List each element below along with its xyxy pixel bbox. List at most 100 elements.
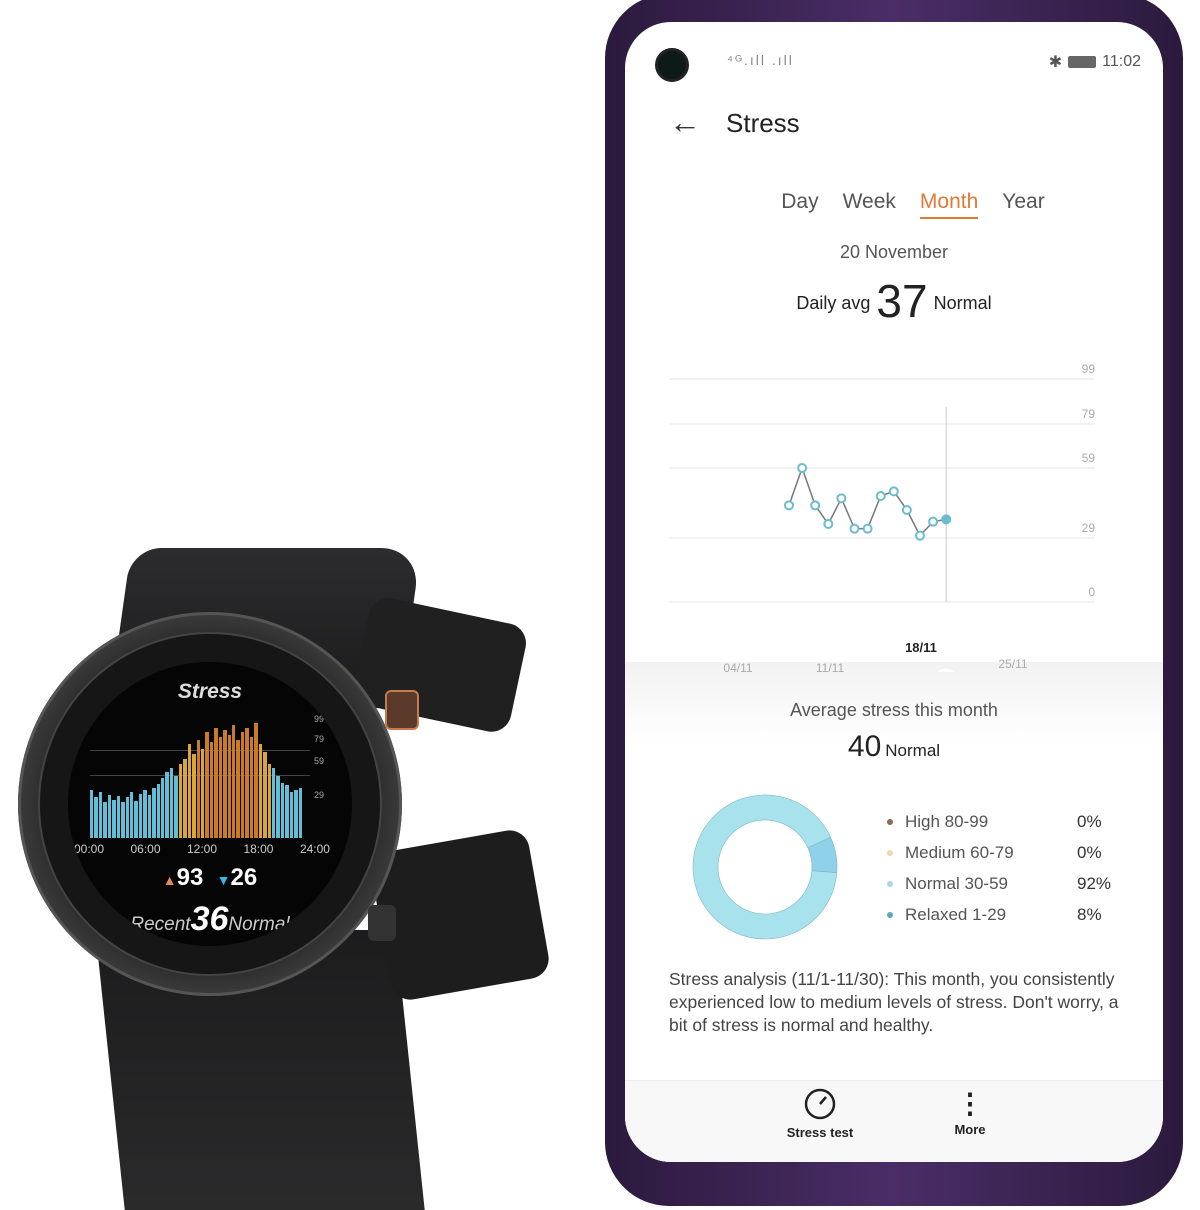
watch-bar — [121, 802, 125, 838]
data-point — [797, 463, 808, 473]
selected-date: 20 November — [839, 242, 949, 262]
y-tick-label: 29 — [1082, 521, 1096, 535]
legend-dot — [887, 880, 893, 887]
watch-x-label: 00:00 — [74, 842, 105, 856]
data-point — [928, 516, 939, 527]
data-point — [875, 491, 886, 501]
legend-item-medium: Medium 60-79 0% — [887, 837, 1117, 868]
watch-bar — [289, 792, 294, 838]
watch-screen: Stress 99 79 59 29 00:00 06:00 12:00 18:… — [68, 662, 352, 946]
watch-bar — [240, 732, 245, 838]
legend-pct: 0% — [1077, 811, 1102, 831]
data-point — [915, 530, 925, 541]
watch-bar — [192, 754, 196, 838]
y-tick-label: 59 — [1082, 451, 1096, 465]
distribution-legend: High 80-99 0% Medium 60-79 0% Normal 30-59… — [887, 806, 1117, 930]
watch-max: 93 — [176, 864, 204, 891]
data-point — [849, 523, 860, 534]
watch-bar — [285, 785, 289, 838]
watch-bar — [174, 775, 178, 838]
data-point — [823, 519, 834, 529]
watch-bar — [178, 763, 183, 838]
x-tick-label: 04/11 — [723, 661, 752, 672]
tab-day[interactable]: Day — [781, 190, 818, 219]
battery-icon — [1068, 56, 1097, 68]
stress-line-chart[interactable]: 99 79 59 29 0 04/11 11/11 18/11 25/11 — [625, 322, 1163, 672]
watch-y-label: 79 — [314, 734, 325, 744]
watch-crown-button[interactable] — [385, 690, 419, 730]
tab-week[interactable]: Week — [843, 190, 896, 219]
watch-bar — [298, 787, 302, 838]
watch-bar — [134, 800, 138, 838]
month-average-title: Average stress this month — [790, 700, 998, 720]
more-button[interactable]: ⋮ More — [925, 1086, 1015, 1137]
watch-bar — [187, 744, 192, 838]
period-tabs: Day Week Month Year — [625, 190, 1163, 219]
legend-dot — [887, 911, 893, 918]
y-tick-label: 79 — [1082, 407, 1096, 421]
legend-label: Relaxed 1-29 — [905, 904, 1007, 924]
watch-recent-level: Normal — [228, 914, 290, 935]
tab-month[interactable]: Month — [919, 190, 979, 219]
daily-avg-label: Daily avg — [796, 293, 871, 313]
watch-bar — [263, 751, 267, 838]
watch-bar — [209, 742, 214, 838]
watch-bar — [129, 792, 134, 838]
watch-bar — [147, 794, 152, 838]
status-right: ✱ 11:02 — [1049, 52, 1141, 72]
tab-year[interactable]: Year — [1002, 190, 1044, 219]
watch-bar — [232, 725, 236, 838]
watch-x-label: 24:00 — [299, 842, 330, 856]
watch-recent: Recent36Normal — [68, 900, 352, 939]
watch-bar — [116, 796, 121, 838]
stress-test-button[interactable]: Stress test — [775, 1086, 865, 1140]
watch-x-axis: 00:00 06:00 12:00 18:00 24:00 — [68, 842, 330, 856]
watch-bar — [276, 775, 280, 838]
watch-x-label: 18:00 — [243, 842, 274, 856]
front-camera — [655, 48, 689, 82]
daily-avg-value: 37 — [876, 275, 928, 327]
watch-bar — [205, 732, 209, 838]
watch-bar — [227, 734, 231, 838]
page-title: Stress — [726, 108, 800, 138]
legend-item-high: High 80-99 0% — [887, 806, 1117, 837]
watch-bar — [125, 797, 129, 838]
y-tick-label: 0 — [1088, 585, 1095, 599]
watch-max-min: ▲93 ▼26 — [68, 864, 352, 892]
watch-bar — [165, 772, 169, 838]
x-tick-label: 25/11 — [998, 657, 1027, 671]
daily-avg-level: Normal — [933, 293, 992, 313]
watch-bar — [218, 737, 223, 838]
watch-bar — [103, 802, 107, 838]
daily-average: Daily avg 37 Normal — [625, 274, 1163, 328]
stress-distribution-donut — [692, 794, 838, 940]
more-vertical-icon: ⋮ — [956, 1088, 984, 1119]
data-point — [784, 500, 794, 511]
watch-bar — [112, 799, 116, 838]
watch-bar — [258, 744, 263, 838]
data-point — [901, 505, 912, 515]
legend-label: High 80-99 — [905, 811, 989, 831]
watch-stress-bars — [90, 718, 302, 838]
watch-bar — [236, 739, 240, 838]
back-arrow-icon[interactable]: ← — [669, 104, 701, 141]
data-point — [810, 500, 821, 511]
signal-icon: ⁴ᴳ.ıll .ıll — [727, 52, 794, 68]
status-time: 11:02 — [1102, 53, 1141, 70]
watch-bar — [98, 792, 103, 838]
triangle-up-icon: ▲ — [162, 872, 177, 888]
bluetooth-icon: ✱ — [1048, 54, 1063, 71]
legend-label: Normal 30-59 — [905, 873, 1008, 893]
watch-title: Stress — [177, 680, 243, 703]
watch-bar — [138, 793, 143, 838]
stress-analysis-text: Stress analysis (11/1-11/30): This month… — [669, 969, 1119, 1035]
scrub-handle[interactable] — [930, 667, 962, 672]
watch-bar — [183, 758, 187, 838]
watch-bar — [152, 787, 156, 838]
data-point — [941, 514, 952, 525]
month-average-value: 40 — [847, 730, 882, 763]
watch-x-label: 06:00 — [130, 842, 161, 856]
watch-y-label: 29 — [314, 790, 325, 800]
watch-y-label: 59 — [314, 756, 325, 766]
watch-lower-button[interactable] — [368, 905, 396, 941]
